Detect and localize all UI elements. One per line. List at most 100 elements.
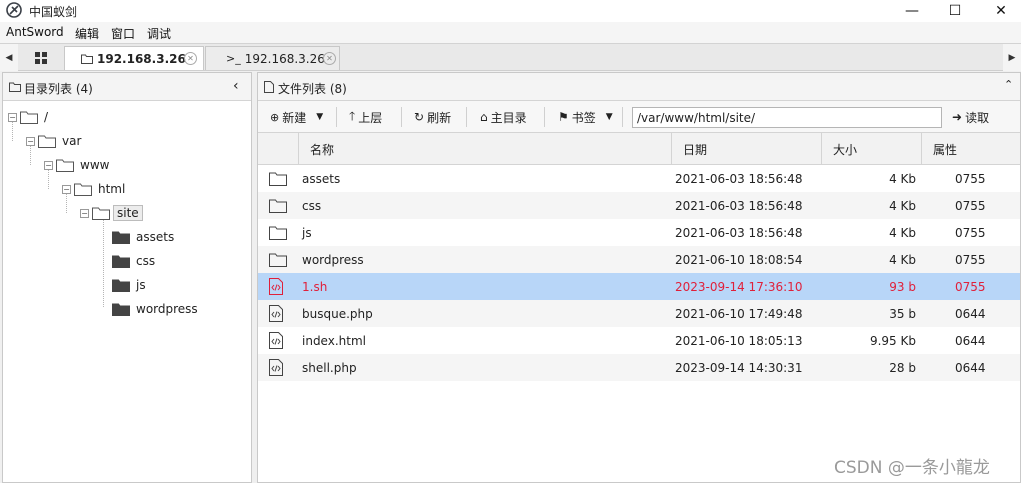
column-name-header[interactable]: 名称: [298, 133, 671, 165]
tree-node-label: js: [136, 278, 146, 292]
tree-node-label: assets: [136, 230, 175, 244]
tree-node[interactable]: assets: [112, 227, 174, 247]
file-row[interactable]: index.html 2021-06-10 18:05:13 9.95 Kb 0644: [258, 327, 1020, 354]
window-title: 中国蚁剑: [29, 5, 78, 19]
file-row[interactable]: busque.php 2021-06-10 17:49:48 35 b 0644: [258, 300, 1020, 327]
tree-node[interactable]: − html: [62, 179, 125, 199]
menu-edit[interactable]: 编辑: [75, 25, 99, 42]
up-level-button[interactable]: 🡑 上层: [349, 106, 382, 128]
collapse-up-icon[interactable]: ⌃: [1004, 78, 1013, 91]
tree-node-label: var: [62, 134, 82, 148]
tree-node[interactable]: css: [112, 251, 155, 271]
read-label: 读取: [965, 110, 990, 125]
file-date: 2023-09-14 17:36:10: [675, 279, 803, 294]
tree-toggle-icon[interactable]: −: [26, 136, 35, 146]
antsword-logo-icon: [6, 2, 22, 18]
new-button[interactable]: ⊕ 新建 ▼: [270, 106, 323, 128]
folder-icon: [9, 82, 21, 92]
caret-down-icon: ▼: [605, 112, 613, 122]
column-size-header[interactable]: 大小: [821, 133, 921, 165]
tree-node-label: css: [136, 254, 156, 268]
tree-node-label: wordpress: [136, 302, 198, 316]
file-size: 4 Kb: [889, 252, 916, 267]
folder-closed-icon: [112, 231, 130, 244]
directory-panel-title: 目录列表 (4): [24, 82, 93, 96]
folder-icon: [269, 226, 287, 240]
tree-toggle-icon[interactable]: −: [80, 208, 89, 218]
folder-icon: [269, 253, 287, 267]
file-row[interactable]: shell.php 2023-09-14 14:30:31 28 b 0644: [258, 354, 1020, 381]
tab-scroll-left-icon[interactable]: ◀: [0, 44, 18, 71]
menu-window[interactable]: 窗口: [111, 25, 135, 42]
tree-node[interactable]: wordpress: [112, 299, 198, 319]
terminal-icon: >_: [226, 52, 241, 65]
path-input[interactable]: [632, 107, 942, 128]
close-window-button[interactable]: ✕: [978, 0, 1021, 22]
tree-toggle-icon[interactable]: −: [8, 112, 17, 122]
file-attr: 0755: [955, 198, 986, 213]
tab-file-manager[interactable]: 192.168.3.26 ✕: [64, 46, 204, 70]
file-grid-header: 名称 日期 大小 属性: [258, 133, 1020, 165]
tree-toggle-icon[interactable]: −: [44, 160, 53, 170]
file-grid-body: assets 2021-06-03 18:56:48 4 Kb 0755 css 2021…: [258, 165, 1020, 381]
minimize-button[interactable]: —: [889, 0, 935, 22]
tree-node[interactable]: − var: [26, 131, 81, 151]
plus-circle-icon: ⊕: [270, 110, 280, 124]
bookmark-button[interactable]: ⚑ 书签 ▼: [558, 106, 613, 128]
file-size: 4 Kb: [889, 198, 916, 213]
tab-label: 192.168.3.26: [97, 51, 186, 66]
column-attr-header[interactable]: 属性: [921, 133, 1020, 165]
read-button[interactable]: ➜ 读取: [952, 106, 989, 128]
collapse-left-icon[interactable]: ‹: [233, 78, 239, 94]
tree-node[interactable]: js: [112, 275, 146, 295]
file-size: 93 b: [889, 279, 916, 294]
code-file-icon: [269, 305, 283, 322]
tree-node[interactable]: − www: [44, 155, 109, 175]
menu-debug[interactable]: 调试: [147, 25, 171, 42]
file-row[interactable]: wordpress 2021-06-10 18:08:54 4 Kb 0755: [258, 246, 1020, 273]
file-date: 2021-06-03 18:56:48: [675, 225, 803, 240]
file-name: wordpress: [302, 252, 364, 267]
tab-close-icon[interactable]: ✕: [184, 52, 197, 65]
refresh-icon: ↻: [414, 110, 425, 124]
file-name: busque.php: [302, 306, 373, 321]
title-bar: 中国蚁剑 — ☐ ✕: [0, 0, 1021, 22]
file-attr: 0755: [955, 279, 986, 294]
file-size: 4 Kb: [889, 171, 916, 186]
file-row[interactable]: assets 2021-06-03 18:56:48 4 Kb 0755: [258, 165, 1020, 192]
grid-icon: [35, 52, 47, 64]
file-row[interactable]: js 2021-06-03 18:56:48 4 Kb 0755: [258, 219, 1020, 246]
home-icon: ⌂: [480, 110, 488, 124]
tab-scroll-right-icon[interactable]: ▶: [1003, 44, 1021, 71]
code-file-icon: [269, 278, 283, 295]
tab-grid-button[interactable]: [22, 46, 60, 70]
file-row[interactable]: css 2021-06-03 18:56:48 4 Kb 0755: [258, 192, 1020, 219]
tab-terminal[interactable]: >_ 192.168.3.26 ✕: [205, 46, 340, 70]
arrow-up-icon: 🡑: [349, 108, 356, 123]
tree-node-label: /: [44, 110, 49, 124]
file-name: js: [302, 225, 312, 240]
home-dir-button[interactable]: ⌂ 主目录: [480, 106, 527, 128]
file-name: assets: [302, 171, 341, 186]
bookmark-icon: ⚑: [558, 110, 569, 124]
tree-node-label: www: [80, 158, 110, 172]
file-row[interactable]: 1.sh 2023-09-14 17:36:10 93 b 0755: [258, 273, 1020, 300]
folder-open-icon: [20, 111, 38, 124]
column-date-header[interactable]: 日期: [671, 133, 821, 165]
file-name: index.html: [302, 333, 366, 348]
tree-toggle-icon[interactable]: −: [62, 184, 71, 194]
tree-node[interactable]: − site: [80, 203, 143, 223]
watermark: CSDN @一条小龍龙: [834, 458, 990, 478]
menu-bar: AntSword 编辑 窗口 调试: [0, 22, 1021, 43]
tree-node[interactable]: − /: [8, 107, 48, 127]
menu-antsword[interactable]: AntSword: [6, 25, 64, 39]
maximize-button[interactable]: ☐: [932, 0, 978, 22]
file-name: 1.sh: [302, 279, 328, 294]
bookmark-label: 书签: [571, 110, 596, 125]
file-attr: 0644: [955, 306, 986, 321]
refresh-button[interactable]: ↻ 刷新: [414, 106, 451, 128]
header-icon-column: [258, 133, 298, 165]
folder-open-icon: [38, 135, 56, 148]
tab-close-icon[interactable]: ✕: [323, 52, 336, 65]
folder-closed-icon: [112, 255, 130, 268]
